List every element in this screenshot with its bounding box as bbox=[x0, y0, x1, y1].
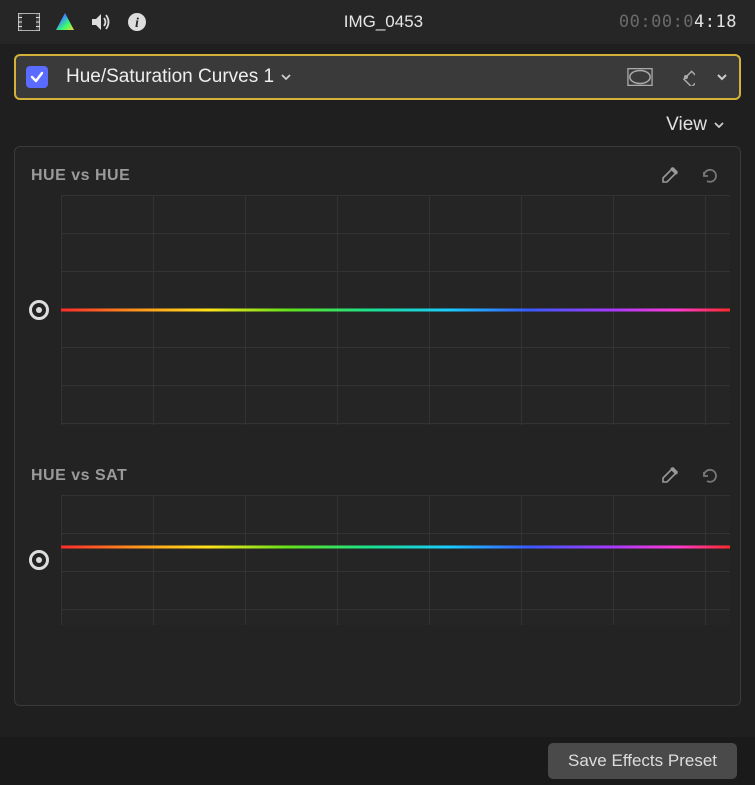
effect-name-label: Hue/Saturation Curves 1 bbox=[66, 66, 274, 88]
effect-enabled-checkbox[interactable] bbox=[26, 66, 48, 88]
hue-curve-line[interactable] bbox=[61, 546, 730, 549]
audio-inspector-icon[interactable] bbox=[90, 11, 112, 33]
topbar-left-icons: i bbox=[18, 11, 148, 33]
keyframe-icon[interactable] bbox=[673, 64, 699, 90]
effect-name-dropdown[interactable]: Hue/Saturation Curves 1 bbox=[66, 66, 292, 88]
reset-icon[interactable] bbox=[698, 465, 720, 487]
curves-panel: HUE vs HUE HUE vs SAT bbox=[14, 146, 741, 706]
eyedropper-icon[interactable] bbox=[658, 465, 680, 487]
timecode-dim: 00:00:0 bbox=[619, 12, 694, 32]
footer-bar: Save Effects Preset bbox=[0, 737, 755, 785]
curve-handle[interactable] bbox=[29, 300, 49, 320]
hue-vs-sat-label: HUE vs SAT bbox=[31, 467, 127, 485]
effect-disclosure-chevron[interactable] bbox=[715, 70, 729, 84]
clip-title: IMG_0453 bbox=[148, 12, 619, 32]
view-row: View bbox=[0, 100, 755, 146]
color-inspector-icon[interactable] bbox=[54, 11, 76, 33]
hue-vs-hue-grid[interactable] bbox=[61, 195, 730, 425]
timecode-bright: 4:18 bbox=[694, 12, 737, 32]
chevron-down-icon bbox=[713, 119, 725, 131]
inspector-topbar: i IMG_0453 00:00:04:18 bbox=[0, 0, 755, 44]
reset-icon[interactable] bbox=[698, 165, 720, 187]
view-label: View bbox=[666, 114, 707, 136]
chevron-down-icon bbox=[280, 71, 292, 83]
curve-handle[interactable] bbox=[29, 550, 49, 570]
eyedropper-icon[interactable] bbox=[658, 165, 680, 187]
hue-vs-hue-section: HUE vs HUE bbox=[25, 165, 730, 425]
hue-curve-line[interactable] bbox=[61, 309, 730, 312]
hue-vs-sat-grid[interactable] bbox=[61, 495, 730, 625]
hue-vs-sat-section: HUE vs SAT bbox=[25, 465, 730, 625]
hue-vs-hue-label: HUE vs HUE bbox=[31, 167, 130, 185]
svg-text:i: i bbox=[135, 16, 139, 31]
save-effects-preset-button[interactable]: Save Effects Preset bbox=[548, 743, 737, 779]
effect-header-row[interactable]: Hue/Saturation Curves 1 bbox=[14, 54, 741, 100]
video-inspector-icon[interactable] bbox=[18, 11, 40, 33]
view-menu-button[interactable]: View bbox=[666, 114, 725, 136]
timecode: 00:00:04:18 bbox=[619, 12, 737, 32]
shape-mask-icon[interactable] bbox=[627, 64, 653, 90]
info-inspector-icon[interactable]: i bbox=[126, 11, 148, 33]
